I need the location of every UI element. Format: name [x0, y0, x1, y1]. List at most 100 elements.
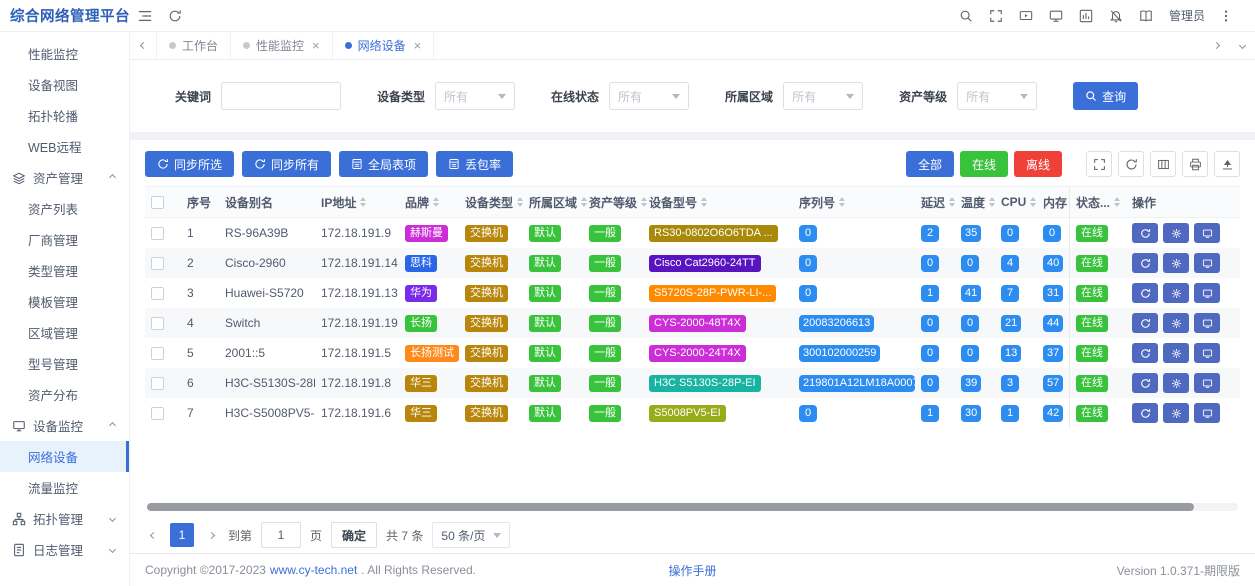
sidebar-item-topology-carousel[interactable]: 拓扑轮播: [0, 100, 129, 131]
scrollbar-thumb[interactable]: [147, 503, 1194, 511]
asset-level-select[interactable]: 所有: [957, 82, 1037, 110]
footer-site-link[interactable]: www.cy-tech.net: [270, 563, 357, 577]
row-checkbox[interactable]: [151, 227, 164, 240]
tabs-scroll-right-icon[interactable]: [1203, 32, 1229, 59]
more-icon[interactable]: [1211, 0, 1241, 32]
sidebar-item-network-devices[interactable]: 网络设备: [0, 441, 129, 472]
device-terminal-button[interactable]: [1194, 283, 1220, 303]
collapse-menu-icon[interactable]: [130, 0, 160, 32]
sync-device-button[interactable]: [1132, 403, 1158, 423]
dashboard-chart-icon[interactable]: [1071, 0, 1101, 32]
sort-icon[interactable]: [1030, 197, 1036, 207]
sidebar-group-log-management[interactable]: 日志管理: [0, 534, 129, 565]
online-status-select[interactable]: 所有: [609, 82, 689, 110]
sync-device-button[interactable]: [1132, 373, 1158, 393]
sync-selected-button[interactable]: 同步所选: [145, 151, 234, 177]
sidebar-item-asset-distribution[interactable]: 资产分布: [0, 379, 129, 410]
fullscreen-icon[interactable]: [981, 0, 1011, 32]
horizontal-scrollbar[interactable]: [147, 503, 1238, 511]
page-size-select[interactable]: 50 条/页: [432, 522, 510, 548]
sync-device-button[interactable]: [1132, 313, 1158, 333]
device-settings-button[interactable]: [1163, 343, 1189, 363]
device-type-select[interactable]: 所有: [435, 82, 515, 110]
refresh-table-icon[interactable]: [1118, 151, 1144, 177]
next-page-icon[interactable]: [203, 533, 219, 538]
select-all-checkbox[interactable]: [151, 196, 164, 209]
device-settings-button[interactable]: [1163, 253, 1189, 273]
sidebar-item-web-remote[interactable]: WEB远程: [0, 131, 129, 162]
filter-online-button[interactable]: 在线: [960, 151, 1008, 177]
filter-all-button[interactable]: 全部: [906, 151, 954, 177]
device-terminal-button[interactable]: [1194, 373, 1220, 393]
prev-page-icon[interactable]: [145, 533, 161, 538]
device-settings-button[interactable]: [1163, 403, 1189, 423]
sidebar-item-vendor-management[interactable]: 厂商管理: [0, 224, 129, 255]
sidebar-item-type-management[interactable]: 类型管理: [0, 255, 129, 286]
row-checkbox[interactable]: [151, 347, 164, 360]
goto-confirm-button[interactable]: 确定: [331, 522, 377, 548]
export-icon[interactable]: [1214, 151, 1240, 177]
row-checkbox[interactable]: [151, 257, 164, 270]
device-terminal-button[interactable]: [1194, 253, 1220, 273]
device-terminal-button[interactable]: [1194, 223, 1220, 243]
search-button[interactable]: 查询: [1073, 82, 1138, 110]
device-terminal-button[interactable]: [1194, 313, 1220, 333]
close-tab-icon[interactable]: ×: [414, 38, 422, 53]
goto-page-input[interactable]: [261, 522, 301, 548]
tabs-scroll-left-icon[interactable]: [130, 32, 156, 59]
sync-device-button[interactable]: [1132, 253, 1158, 273]
tab-performance-monitor[interactable]: 性能监控 ×: [231, 32, 333, 59]
device-type-badge: 交换机: [465, 255, 508, 272]
handbook-icon[interactable]: [1131, 0, 1161, 32]
keyword-input[interactable]: [221, 82, 341, 110]
sync-all-button[interactable]: 同步所有: [242, 151, 331, 177]
sort-icon[interactable]: [839, 197, 845, 207]
tab-network-devices[interactable]: 网络设备 ×: [333, 32, 435, 59]
global-entries-button[interactable]: 全局表项: [339, 151, 428, 177]
sidebar-item-template-management[interactable]: 模板管理: [0, 286, 129, 317]
current-user[interactable]: 管理员: [1169, 7, 1205, 24]
region-select[interactable]: 所有: [783, 82, 863, 110]
expand-table-icon[interactable]: [1086, 151, 1112, 177]
sidebar-item-device-view[interactable]: 设备视图: [0, 69, 129, 100]
device-settings-button[interactable]: [1163, 313, 1189, 333]
column-settings-icon[interactable]: [1150, 151, 1176, 177]
filter-offline-button[interactable]: 离线: [1014, 151, 1062, 177]
page-number-button[interactable]: 1: [170, 523, 194, 547]
packet-loss-button[interactable]: 丢包率: [436, 151, 513, 177]
print-icon[interactable]: [1182, 151, 1208, 177]
screen-video-icon[interactable]: [1011, 0, 1041, 32]
device-settings-button[interactable]: [1163, 223, 1189, 243]
sidebar-item-model-management[interactable]: 型号管理: [0, 348, 129, 379]
sort-icon[interactable]: [360, 197, 366, 207]
row-checkbox[interactable]: [151, 287, 164, 300]
device-terminal-button[interactable]: [1194, 403, 1220, 423]
sidebar-item-traffic-monitoring[interactable]: 流量监控: [0, 472, 129, 503]
device-settings-button[interactable]: [1163, 283, 1189, 303]
row-checkbox[interactable]: [151, 377, 164, 390]
sort-icon[interactable]: [1114, 197, 1120, 207]
tab-workbench[interactable]: 工作台: [156, 32, 231, 59]
row-checkbox[interactable]: [151, 317, 164, 330]
tabs-menu-icon[interactable]: [1229, 32, 1255, 59]
sidebar-group-device-monitoring[interactable]: 设备监控: [0, 410, 129, 441]
display-icon[interactable]: [1041, 0, 1071, 32]
row-checkbox[interactable]: [151, 407, 164, 420]
sort-icon[interactable]: [433, 197, 439, 207]
close-tab-icon[interactable]: ×: [312, 38, 320, 53]
device-terminal-button[interactable]: [1194, 343, 1220, 363]
sidebar-group-asset-management[interactable]: 资产管理: [0, 162, 129, 193]
sync-device-button[interactable]: [1132, 223, 1158, 243]
bell-off-icon[interactable]: [1101, 0, 1131, 32]
sidebar-item-performance-monitor[interactable]: 性能监控: [0, 38, 129, 69]
sync-device-button[interactable]: [1132, 343, 1158, 363]
sidebar-item-asset-list[interactable]: 资产列表: [0, 193, 129, 224]
manual-link[interactable]: 操作手册: [668, 562, 716, 579]
search-icon[interactable]: [951, 0, 981, 32]
refresh-page-icon[interactable]: [160, 0, 190, 32]
sidebar-group-topology-management[interactable]: 拓扑管理: [0, 503, 129, 534]
device-settings-button[interactable]: [1163, 373, 1189, 393]
sync-device-button[interactable]: [1132, 283, 1158, 303]
sort-icon[interactable]: [701, 197, 707, 207]
sidebar-item-region-management[interactable]: 区域管理: [0, 317, 129, 348]
